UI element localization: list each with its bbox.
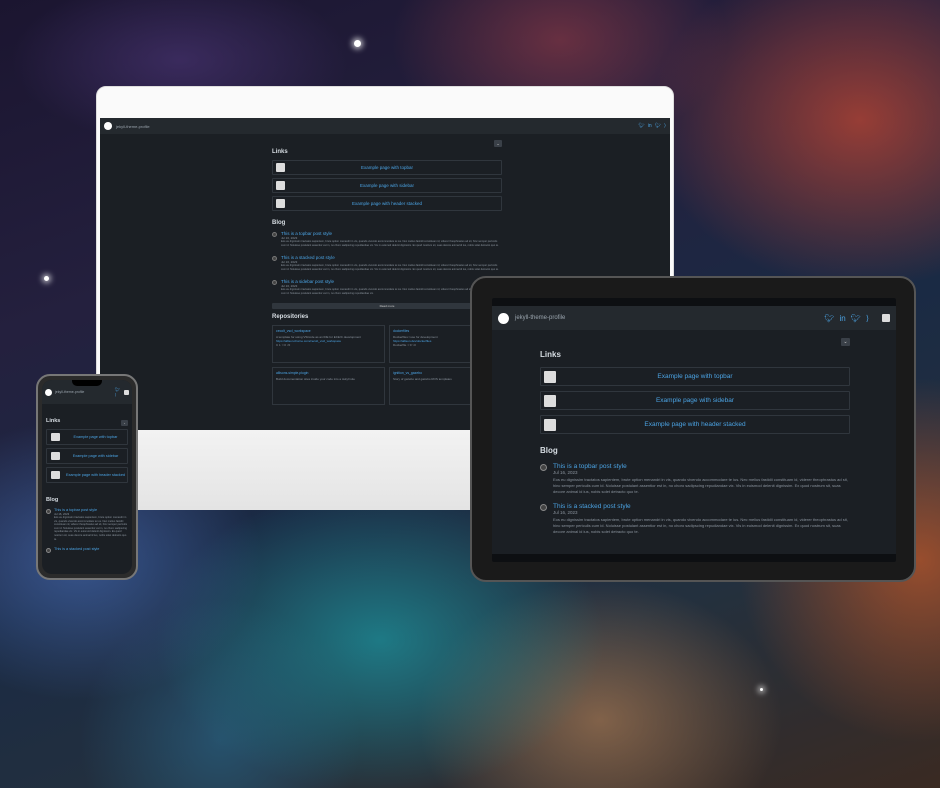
blog-post: This is a topbar post style Jul 16, 2023…: [272, 231, 502, 248]
linkedin-icon[interactable]: in: [839, 314, 845, 323]
post-excerpt: Eos eu dignissim tractatos sapientem, br…: [281, 288, 498, 295]
blog-heading: Blog: [46, 497, 59, 503]
vscode-icon[interactable]: ⟩: [115, 392, 120, 397]
timeline-dot-icon: [46, 548, 51, 554]
read-more-button[interactable]: Read more: [272, 303, 502, 309]
phone-notch: [72, 380, 102, 386]
blog-post: This is a sidebar post style Jul 16, 202…: [272, 279, 502, 296]
link-sidebar[interactable]: Example page with sidebar: [272, 178, 502, 193]
lock-icon[interactable]: [124, 389, 129, 395]
theme-toggle-button[interactable]: ⌄: [841, 338, 850, 346]
github-icon[interactable]: [498, 312, 509, 324]
link-label: Example page with header stacked: [351, 201, 423, 206]
bird-icon[interactable]: 🐦︎: [824, 314, 834, 323]
phone-mockup: jekyll-theme-profile 🐦︎ ⟩ ⌄ Links Exampl…: [36, 374, 138, 580]
link-topbar[interactable]: Example page with topbar: [272, 160, 502, 175]
timeline-dot-icon: [272, 232, 277, 237]
timeline-dot-icon: [46, 509, 51, 514]
blog-heading: Blog: [540, 446, 558, 455]
twitter-icon[interactable]: 🐦︎: [851, 314, 861, 323]
link-label: Example page with sidebar: [655, 397, 735, 404]
topbar: jekyll-theme-profile 🐦︎ in 🐦︎ ⟩: [492, 298, 896, 330]
theme-toggle-button[interactable]: ⌄: [121, 420, 128, 426]
repositories-heading: Repositories: [272, 314, 309, 320]
link-label: Example page with sidebar: [359, 183, 415, 188]
repo-card[interactable]: allisons-simple-plugin Build documentati…: [272, 367, 385, 405]
links-heading: Links: [540, 350, 561, 359]
timeline-dot-icon: [540, 464, 547, 471]
post-excerpt: Eos eu dignissim tractatos sapientem, br…: [553, 477, 848, 494]
blog-post: This is a stacked post style Jul 16, 202…: [540, 503, 850, 535]
post-excerpt: Eos eu dignissim tractatos sapientem, br…: [553, 517, 848, 534]
profile-name[interactable]: jekyll-theme-profile: [55, 390, 84, 394]
main-content: ⌄ Links Example page with topbar Example…: [272, 140, 502, 405]
vscode-icon[interactable]: ⟩: [664, 123, 666, 129]
links-heading: Links: [272, 149, 288, 155]
repo-name[interactable]: cecolt_vscl_workspace: [276, 329, 381, 333]
post-excerpt: Eos eu dignissim tractatos sapientem, br…: [281, 240, 499, 247]
theme-toggle-button[interactable]: ⌄: [494, 140, 502, 147]
link-label: Example page with topbar: [360, 165, 414, 170]
github-icon[interactable]: [104, 122, 112, 130]
tablet-bottom-bar: [492, 554, 896, 562]
blog-post: This is a topbar post style Jul 16, 2023…: [46, 508, 128, 541]
profile-name[interactable]: jekyll-theme-profile: [116, 124, 150, 129]
main-content: ⌄ Links Example page with topbar Example…: [42, 416, 132, 554]
stacked-layout-icon: [51, 471, 60, 479]
repo-card[interactable]: cecolt_vscl_workspace A template for usi…: [272, 325, 385, 363]
topbar: jekyll-theme-profile 🐦︎ in 🐦︎ ⟩: [100, 118, 670, 134]
link-sidebar[interactable]: Example page with sidebar: [46, 448, 128, 464]
post-excerpt: Eos eu dignissim tractatos sapientem, br…: [54, 516, 128, 541]
repo-meta: C 1 ☆0 ⑂0: [276, 343, 291, 347]
link-label: Example page with topbar: [73, 434, 118, 439]
timeline-dot-icon: [272, 280, 277, 285]
main-content: ⌄ Links Example page with topbar Example…: [540, 338, 850, 543]
link-label: Example page with header stacked: [65, 472, 126, 477]
link-sidebar[interactable]: Example page with sidebar: [540, 391, 850, 410]
tablet-mockup: jekyll-theme-profile 🐦︎ in 🐦︎ ⟩ ⌄ Links …: [470, 276, 916, 582]
link-label: Example page with topbar: [657, 373, 733, 380]
blog-post: This is a stacked post style Jul 16, 202…: [272, 255, 502, 272]
star-sparkle: [760, 688, 763, 691]
repo-description: Build documentation sites inside your co…: [276, 377, 355, 381]
social-links: 🐦︎ ⟩: [115, 387, 120, 397]
link-label: Example page with header stacked: [644, 421, 746, 428]
repo-grid: cecolt_vscl_workspace A template for usi…: [272, 325, 502, 405]
lock-icon[interactable]: [882, 314, 890, 322]
post-title[interactable]: This is a topbar post style: [553, 463, 850, 470]
linkedin-icon[interactable]: in: [648, 123, 652, 129]
browser-window-icon: [51, 433, 60, 441]
post-title[interactable]: This is a stacked post style: [54, 547, 99, 551]
social-links: 🐦︎ in 🐦︎ ⟩: [824, 314, 890, 323]
bird-icon[interactable]: 🐦︎: [638, 123, 644, 129]
link-header-stacked[interactable]: Example page with header stacked: [540, 415, 850, 434]
link-header-stacked[interactable]: Example page with header stacked: [272, 196, 502, 211]
vscode-icon[interactable]: ⟩: [866, 314, 869, 323]
star-sparkle: [354, 40, 361, 47]
twitter-icon[interactable]: 🐦︎: [655, 123, 661, 129]
blog-post: This is a topbar post style Jul 16, 2023…: [540, 463, 850, 495]
blog-heading: Blog: [272, 220, 286, 226]
social-links: 🐦︎ in 🐦︎ ⟩: [638, 123, 666, 129]
link-header-stacked[interactable]: Example page with header stacked: [46, 467, 128, 483]
timeline-dot-icon: [272, 256, 277, 261]
link-label: Example page with sidebar: [72, 453, 119, 458]
github-icon[interactable]: [45, 388, 52, 396]
post-excerpt: Eos eu dignissim tractatos sapientem, br…: [281, 264, 499, 271]
post-date: Jul 16, 2023: [553, 510, 578, 515]
timeline-dot-icon: [540, 504, 547, 511]
blog-post: This is a stacked post style: [46, 547, 128, 554]
repo-name[interactable]: allisons-simple-plugin: [276, 371, 381, 375]
profile-name[interactable]: jekyll-theme-profile: [515, 315, 565, 321]
link-topbar[interactable]: Example page with topbar: [46, 429, 128, 445]
links-heading: Links: [46, 418, 61, 424]
post-date: Jul 16, 2023: [553, 470, 578, 475]
post-title[interactable]: This is a stacked post style: [553, 503, 850, 510]
link-topbar[interactable]: Example page with topbar: [540, 367, 850, 386]
phone-screen: jekyll-theme-profile 🐦︎ ⟩ ⌄ Links Exampl…: [42, 380, 132, 574]
star-sparkle: [44, 276, 49, 281]
tablet-screen: jekyll-theme-profile 🐦︎ in 🐦︎ ⟩ ⌄ Links …: [492, 298, 896, 562]
sidebar-layout-icon: [51, 452, 60, 460]
